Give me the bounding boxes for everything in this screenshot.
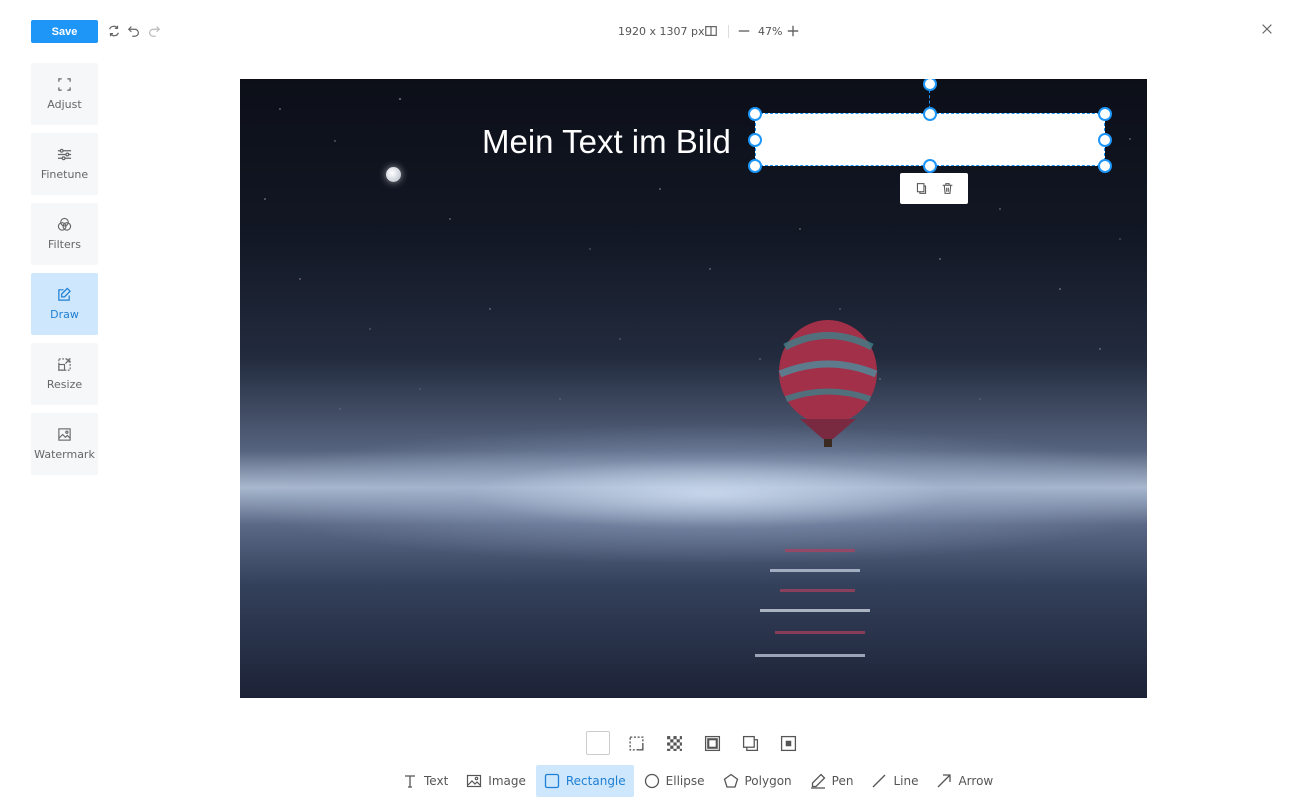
shape-style-bar (586, 731, 814, 755)
moon-image (386, 167, 401, 182)
fill-color-swatch[interactable] (586, 731, 610, 755)
tool-label: Polygon (744, 774, 792, 788)
sidebar-item-label: Finetune (40, 168, 89, 181)
tool-pen[interactable]: Pen (802, 765, 862, 797)
close-icon[interactable] (1260, 22, 1274, 36)
canvas-text-annotation[interactable]: Mein Text im Bild (482, 123, 731, 161)
rectangle-tool-icon (544, 773, 566, 789)
stroke-width-icon[interactable] (700, 731, 724, 755)
sidebar-item-resize[interactable]: Resize (31, 343, 98, 405)
stroke-style-icon[interactable] (624, 731, 648, 755)
sidebar-item-label: Draw (50, 308, 79, 321)
resize-handle-top-left[interactable] (748, 107, 762, 121)
resize-handle-top-right[interactable] (1098, 107, 1112, 121)
tool-image[interactable]: Image (458, 765, 534, 797)
image-tool-icon (466, 773, 488, 789)
zoom-out-icon[interactable] (737, 24, 751, 38)
line-tool-icon (871, 773, 893, 789)
resize-icon (57, 357, 72, 372)
draw-tool-bar: Text Image Rectangle Ellipse Polygon Pen (394, 765, 1003, 797)
opacity-icon[interactable] (662, 731, 686, 755)
tool-label: Ellipse (665, 774, 705, 788)
redo-icon[interactable] (147, 24, 161, 38)
polygon-tool-icon (723, 773, 745, 789)
pen-tool-icon (810, 773, 832, 789)
tool-line[interactable]: Line (863, 765, 926, 797)
tool-label: Pen (831, 774, 854, 788)
tool-label: Arrow (958, 774, 994, 788)
photo-background (264, 98, 1131, 657)
text-tool-icon (402, 773, 424, 789)
tool-label: Image (488, 774, 526, 788)
duplicate-icon[interactable] (915, 182, 928, 195)
tool-polygon[interactable]: Polygon (715, 765, 800, 797)
crop-icon (57, 77, 72, 92)
sidebar-item-watermark[interactable]: Watermark (31, 413, 98, 475)
zoom-level[interactable]: 47% (758, 25, 782, 38)
save-button[interactable]: Save (31, 20, 98, 43)
zoom-in-icon[interactable] (786, 24, 800, 38)
tool-arrow[interactable]: Arrow (928, 765, 1001, 797)
image-canvas[interactable]: Mein Text im Bild (240, 79, 1147, 698)
image-dimensions: 1920 x 1307 px (618, 25, 705, 38)
sidebar: Adjust Finetune Filters Draw Resize Wate… (31, 63, 98, 483)
sidebar-item-label: Watermark (34, 448, 95, 461)
tool-rectangle[interactable]: Rectangle (535, 765, 634, 797)
sidebar-item-label: Filters (48, 238, 81, 251)
toolbar-divider (728, 25, 729, 38)
draw-icon (57, 287, 72, 302)
tool-label: Line (893, 774, 919, 788)
watermark-icon (57, 427, 72, 442)
resize-handle-bottom-right[interactable] (1098, 159, 1112, 173)
tool-label: Text (424, 774, 449, 788)
filters-icon (57, 217, 72, 232)
resize-handle-top[interactable] (923, 107, 937, 121)
delete-icon[interactable] (941, 182, 954, 195)
shape-context-menu (900, 173, 968, 204)
tool-ellipse[interactable]: Ellipse (636, 765, 713, 797)
tool-label: Rectangle (565, 774, 626, 788)
undo-icon[interactable] (127, 24, 141, 38)
arrow-tool-icon (936, 773, 958, 789)
reset-icon[interactable] (107, 24, 121, 38)
sidebar-item-finetune[interactable]: Finetune (31, 133, 98, 195)
sidebar-item-adjust[interactable]: Adjust (31, 63, 98, 125)
sidebar-item-draw[interactable]: Draw (31, 273, 98, 335)
compare-icon[interactable] (704, 24, 718, 38)
ellipse-tool-icon (644, 773, 666, 789)
sliders-icon (57, 147, 72, 162)
sidebar-item-label: Adjust (47, 98, 82, 111)
shadow-icon[interactable] (738, 731, 762, 755)
padding-icon[interactable] (776, 731, 800, 755)
sidebar-item-filters[interactable]: Filters (31, 203, 98, 265)
tool-text[interactable]: Text (394, 765, 456, 797)
resize-handle-left[interactable] (748, 133, 762, 147)
sidebar-item-label: Resize (46, 378, 83, 391)
resize-handle-right[interactable] (1098, 133, 1112, 147)
resize-handle-bottom-left[interactable] (748, 159, 762, 173)
resize-handle-bottom[interactable] (923, 159, 937, 173)
